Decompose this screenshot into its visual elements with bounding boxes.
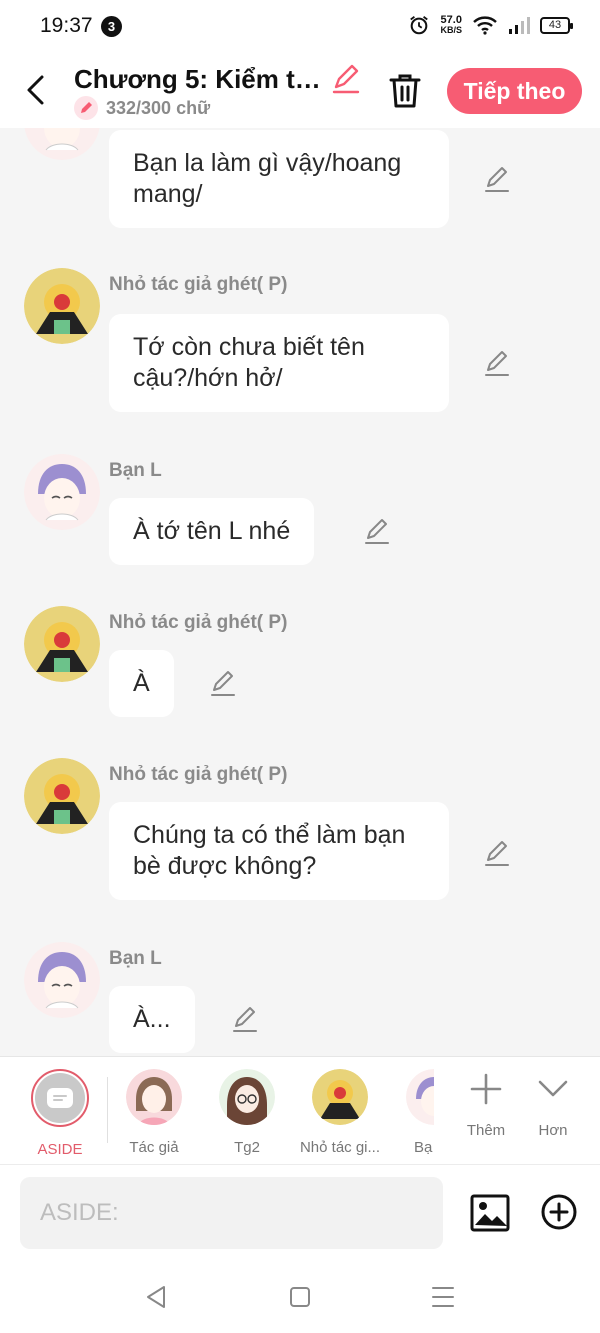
message-bubble[interactable]: Bạn la làm gì vậy/hoang mang/: [109, 130, 449, 228]
wifi-icon: [473, 16, 497, 35]
avatar-ban-l[interactable]: [24, 128, 100, 160]
character-tac-gia[interactable]: Tác giả: [112, 1069, 196, 1156]
pencil-icon[interactable]: [230, 1004, 260, 1034]
chat-area[interactable]: Bạn la làm gì vậy/hoang mang/ Nhỏ tác gi…: [0, 128, 600, 1056]
alarm-icon: [410, 16, 429, 35]
character-aside[interactable]: ASIDE: [18, 1069, 102, 1158]
chat-bubble-icon: [47, 1088, 73, 1108]
speaker-name: Nhỏ tác giả ghét( P): [109, 274, 288, 295]
avatar: [406, 1069, 434, 1125]
message-bubble[interactable]: Chúng ta có thể làm bạn bè được không?: [109, 802, 449, 900]
add-character-button[interactable]: Thêm: [454, 1071, 518, 1139]
status-bar: 19:37 3 57.0 KB/S 43: [0, 0, 600, 52]
message-bubble[interactable]: À tớ tên L nhé: [109, 498, 315, 565]
character-nho-tac-gia[interactable]: Nhỏ tác gi...: [298, 1069, 382, 1156]
avatar-nho-tac-gia[interactable]: [24, 758, 100, 834]
character-label: Nhỏ tác gi...: [299, 1139, 381, 1156]
net-speed: 57.0 KB/S: [440, 14, 462, 36]
net-speed-unit: KB/S: [440, 25, 462, 35]
input-row: [0, 1164, 600, 1262]
character-ban-l[interactable]: Bạ: [392, 1069, 434, 1156]
avatar: [312, 1069, 368, 1125]
chevron-left-icon: [27, 75, 44, 105]
avatar: [219, 1069, 275, 1125]
character-label: Tác giả: [129, 1139, 179, 1156]
character-tg2[interactable]: Tg2: [205, 1069, 289, 1156]
nav-menu-icon[interactable]: [428, 1282, 458, 1312]
speaker-name: Nhỏ tác giả ghét( P): [109, 764, 288, 785]
header: Chương 5: Kiểm tra... 332/300 chữ Tiếp t…: [0, 52, 600, 128]
pencil-icon[interactable]: [482, 838, 512, 868]
speaker-name: Bạn L: [109, 460, 162, 481]
status-icons: 57.0 KB/S 43: [408, 14, 573, 36]
next-button[interactable]: Tiếp theo: [447, 68, 582, 114]
trash-icon[interactable]: [386, 70, 424, 110]
notification-badge: 3: [101, 16, 122, 37]
message-bubble[interactable]: Tớ còn chưa biết tên cậu?/hớn hở/: [109, 314, 449, 412]
chapter-title[interactable]: Chương 5: Kiểm tra...: [74, 64, 326, 95]
avatar: [126, 1069, 182, 1125]
more-button[interactable]: Hơn: [521, 1071, 585, 1139]
system-nav-bar: [0, 1262, 600, 1333]
character-selector: ASIDE Tác giả Tg2 Nhỏ tác gi... Bạ Thêm …: [0, 1056, 600, 1164]
back-button[interactable]: [16, 70, 56, 110]
character-label: ASIDE: [37, 1141, 83, 1158]
avatar-ban-l[interactable]: [24, 454, 100, 530]
battery-icon: 43: [540, 16, 573, 34]
character-label: Tg2: [234, 1139, 260, 1156]
message-input[interactable]: [20, 1177, 443, 1249]
pencil-icon[interactable]: [482, 348, 512, 378]
pencil-badge-icon: [74, 96, 98, 120]
avatar-nho-tac-gia[interactable]: [24, 606, 100, 682]
divider: [107, 1077, 108, 1143]
title-edit-icon[interactable]: [330, 64, 362, 96]
nav-home-icon[interactable]: [285, 1282, 315, 1312]
word-count: 332/300 chữ: [74, 96, 210, 120]
pencil-icon[interactable]: [208, 668, 238, 698]
add-label: Thêm: [466, 1122, 506, 1139]
signal-icon: [509, 17, 530, 34]
avatar-ban-l[interactable]: [24, 942, 100, 1018]
speaker-name: Nhỏ tác giả ghét( P): [109, 612, 288, 633]
message-bubble[interactable]: À: [109, 650, 174, 717]
status-time: 19:37: [40, 14, 93, 37]
character-label: Bạ: [414, 1139, 433, 1156]
plus-icon: [470, 1073, 502, 1105]
nav-back-icon[interactable]: [142, 1282, 172, 1312]
word-count-text: 332/300 chữ: [106, 97, 211, 118]
net-speed-value: 57.0: [440, 14, 462, 26]
message-bubble[interactable]: À...: [109, 986, 195, 1053]
chevron-down-icon: [538, 1080, 568, 1097]
more-label: Hơn: [538, 1122, 568, 1139]
pencil-icon[interactable]: [362, 516, 392, 546]
aside-avatar: [31, 1069, 89, 1127]
image-icon[interactable]: [470, 1193, 510, 1233]
plus-circle-icon[interactable]: [540, 1193, 578, 1231]
speaker-name: Bạn L: [109, 948, 162, 969]
pencil-icon[interactable]: [482, 164, 512, 194]
avatar-nho-tac-gia[interactable]: [24, 268, 100, 344]
